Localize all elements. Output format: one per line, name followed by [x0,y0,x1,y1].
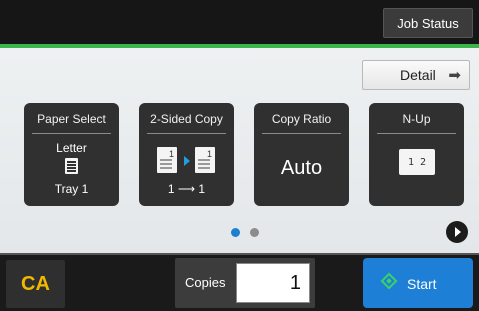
copy-ratio-title: Copy Ratio [271,112,332,126]
two-sided-copy-title: 2-Sided Copy [150,112,223,126]
arrow-right-icon: ➡ [448,67,461,84]
start-button[interactable]: Start [363,258,473,308]
tile-divider [377,133,456,134]
paper-select-tile[interactable]: Paper Select Letter Tray 1 [24,103,119,206]
tile-divider [32,133,111,134]
n-up-cell-2: 2 [420,156,427,168]
page-indicator-active[interactable] [231,228,240,237]
two-sided-copy-tile[interactable]: 2-Sided Copy 1 1 1 ⟶ 1 [139,103,234,206]
page-indicator-inactive[interactable] [250,228,259,237]
paper-size-value: Letter [56,141,87,155]
start-diamond-icon [380,272,398,290]
paper-sheet-icon [65,158,78,174]
two-up-layout-icon: 1 2 [399,149,435,175]
copies-input[interactable]: 1 [236,263,310,303]
n-up-title: N-Up [402,112,431,126]
bottom-bar: CA Copies 1 Start [0,253,479,311]
bottom-separator [0,253,479,255]
tile-divider [147,133,226,134]
duplex-arrow-icon [184,156,190,166]
tile-divider [262,133,341,134]
paper-tray-value: Tray 1 [54,182,89,196]
clear-all-button[interactable]: CA [6,260,65,308]
output-page-icon: 1 [195,147,215,173]
paper-select-title: Paper Select [37,112,106,126]
job-status-button[interactable]: Job Status [383,8,473,38]
copies-control: Copies 1 [175,258,315,308]
start-label: Start [407,276,437,292]
copies-label: Copies [185,275,226,290]
duplex-mode-caption: 1 ⟶ 1 [167,182,206,196]
n-up-tile[interactable]: N-Up 1 2 [369,103,464,206]
copy-ratio-tile[interactable]: Copy Ratio Auto [254,103,349,206]
detail-button[interactable]: Detail ➡ [362,60,470,90]
copy-ratio-value: Auto [280,157,323,179]
source-page-number: 1 [168,149,174,159]
detail-label: Detail [400,67,436,83]
source-page-icon: 1 [157,147,177,173]
next-page-button[interactable] [446,221,468,243]
output-page-number: 1 [206,149,212,159]
top-bar: Job Status [0,0,479,48]
main-panel: Detail ➡ Paper Select Letter Tray 1 2-Si… [0,48,479,253]
n-up-cell-1: 1 [407,156,414,168]
